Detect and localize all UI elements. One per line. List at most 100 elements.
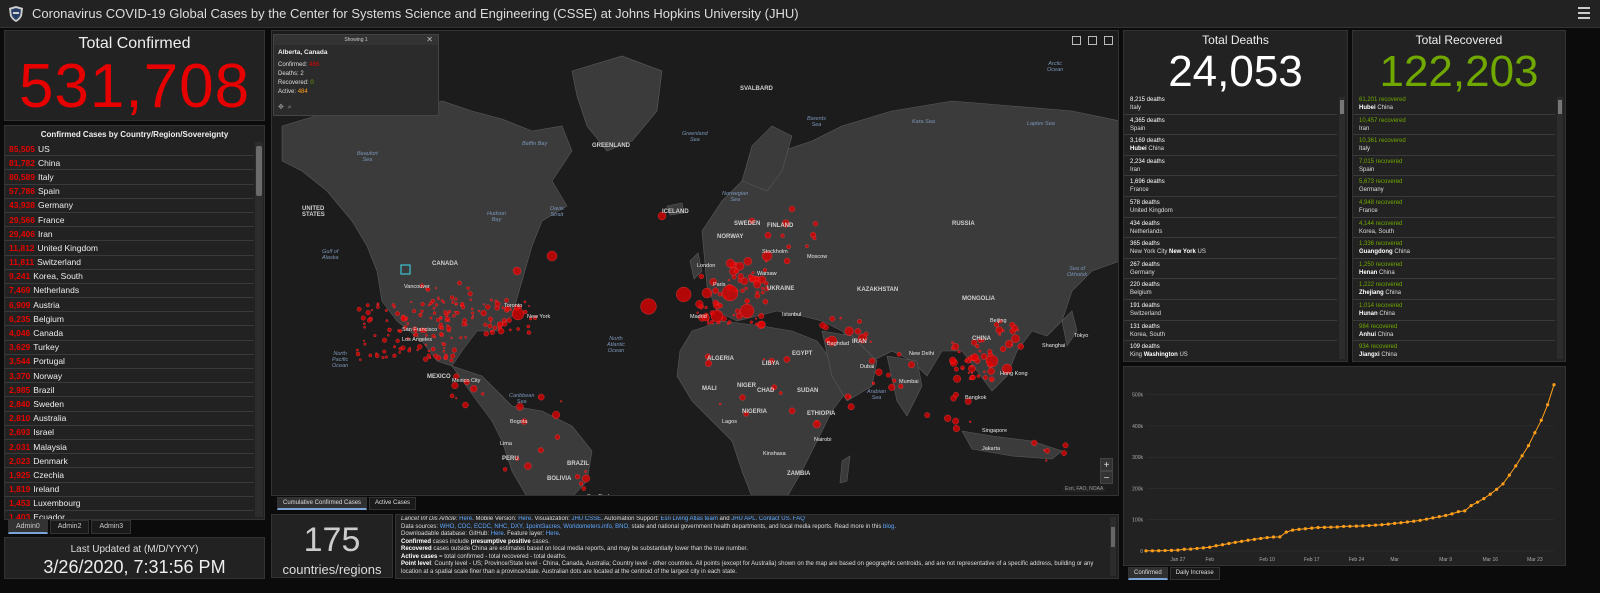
confirmed-data-point[interactable] xyxy=(1157,549,1161,553)
confirmed-data-point[interactable] xyxy=(1227,541,1231,546)
case-bubble[interactable] xyxy=(470,307,474,311)
country-row[interactable]: 1,925 Czechia xyxy=(5,468,254,483)
country-row[interactable]: 1,819 Ireland xyxy=(5,483,254,497)
case-bubble[interactable] xyxy=(704,305,708,310)
jhu-csse-link[interactable]: JHU CSSE xyxy=(571,516,601,522)
case-bubble[interactable] xyxy=(762,299,769,305)
case-bubble[interactable] xyxy=(490,330,493,333)
github-link[interactable]: Here xyxy=(491,531,504,537)
confirmed-data-point[interactable] xyxy=(1329,525,1333,529)
case-bubble[interactable] xyxy=(676,286,692,303)
case-bubble[interactable] xyxy=(952,425,960,432)
case-bubble[interactable] xyxy=(376,305,380,309)
country-row[interactable]: 3,629 Turkey xyxy=(5,341,254,355)
case-bubble[interactable] xyxy=(1061,450,1067,456)
case-bubble[interactable] xyxy=(844,326,854,336)
esri-link[interactable]: Esri Living Atlas team xyxy=(661,516,718,522)
confirmed-data-point[interactable] xyxy=(1291,528,1295,532)
case-bubble[interactable] xyxy=(951,341,954,344)
lancet-link[interactable]: Here xyxy=(459,516,472,522)
confirmed-data-point[interactable] xyxy=(1507,473,1511,477)
country-list-scrollbar[interactable] xyxy=(255,142,263,517)
case-bubble[interactable] xyxy=(998,333,1001,336)
case-bubble[interactable] xyxy=(970,353,979,362)
confirmed-data-point[interactable] xyxy=(1380,523,1384,527)
country-row[interactable]: 1,403 Ecuador xyxy=(5,511,254,519)
recovered-row[interactable]: 1,336 recovered Guangdong China xyxy=(1353,238,1555,259)
case-bubble[interactable] xyxy=(446,325,452,331)
confirmed-data-point[interactable] xyxy=(1201,546,1205,550)
confirmed-data-point[interactable] xyxy=(1220,543,1225,547)
case-bubble[interactable] xyxy=(976,374,981,378)
case-bubble[interactable] xyxy=(406,322,410,325)
case-bubble[interactable] xyxy=(546,250,558,262)
case-bubble[interactable] xyxy=(362,339,365,342)
case-bubble[interactable] xyxy=(706,321,710,325)
deaths-row[interactable]: 267 deaths Germany xyxy=(1124,259,1337,280)
case-bubble[interactable] xyxy=(582,474,591,483)
confirmed-data-point[interactable] xyxy=(1424,517,1429,521)
deaths-row[interactable]: 365 deaths New York City New York US xyxy=(1124,238,1337,259)
confirmed-data-point[interactable] xyxy=(1354,524,1358,528)
case-bubble[interactable] xyxy=(395,311,400,316)
case-bubble[interactable] xyxy=(444,356,447,360)
confirmed-data-point[interactable] xyxy=(1399,521,1403,525)
case-bubble[interactable] xyxy=(953,391,959,398)
case-bubble[interactable] xyxy=(1031,439,1038,446)
case-bubble[interactable] xyxy=(363,342,367,346)
case-bubble[interactable] xyxy=(961,367,964,370)
country-row[interactable]: 85,505 US xyxy=(5,142,254,157)
case-bubble[interactable] xyxy=(524,462,532,470)
confirmed-data-point[interactable] xyxy=(1495,487,1499,491)
confirmed-data-point[interactable] xyxy=(1361,524,1365,528)
case-bubble[interactable] xyxy=(783,257,791,265)
case-bubble[interactable] xyxy=(382,337,387,343)
recovered-row[interactable]: 4,948 recovered France xyxy=(1353,197,1555,218)
case-bubble[interactable] xyxy=(857,319,862,324)
case-bubble[interactable] xyxy=(788,407,796,415)
confirmed-data-point[interactable] xyxy=(1456,510,1460,514)
case-bubble[interactable] xyxy=(751,271,755,275)
case-bubble[interactable] xyxy=(477,309,481,313)
scrollbar-thumb[interactable] xyxy=(1340,100,1344,114)
case-bubble[interactable] xyxy=(455,397,458,400)
case-bubble[interactable] xyxy=(718,303,723,308)
case-bubble[interactable] xyxy=(854,328,862,335)
case-bubble[interactable] xyxy=(439,316,443,319)
confirmed-data-point[interactable] xyxy=(1418,518,1422,522)
case-bubble[interactable] xyxy=(381,356,385,359)
country-row[interactable]: 29,406 Iran xyxy=(5,227,254,242)
recovered-scrollbar[interactable] xyxy=(1557,97,1563,359)
case-bubble[interactable] xyxy=(370,309,373,312)
confirmed-data-point[interactable] xyxy=(1539,418,1543,422)
case-bubble[interactable] xyxy=(427,349,431,353)
case-bubble[interactable] xyxy=(454,297,458,301)
case-bubble[interactable] xyxy=(952,417,959,425)
case-bubble[interactable] xyxy=(382,349,387,354)
contact-link[interactable]: . Contact US xyxy=(756,516,790,522)
case-bubble[interactable] xyxy=(471,315,475,318)
recovered-row[interactable]: 984 recovered Anhui China xyxy=(1353,321,1555,342)
confirmed-data-point[interactable] xyxy=(1450,512,1454,516)
case-bubble[interactable] xyxy=(896,352,902,357)
case-bubble[interactable] xyxy=(455,310,460,315)
case-bubble[interactable] xyxy=(412,334,416,337)
confirmed-data-point[interactable] xyxy=(1444,513,1448,518)
country-row[interactable]: 4,046 Canada xyxy=(5,326,254,341)
case-bubble[interactable] xyxy=(426,353,431,358)
case-bubble[interactable] xyxy=(924,412,930,418)
case-bubble[interactable] xyxy=(749,320,753,324)
confirmed-data-point[interactable] xyxy=(1169,548,1174,552)
case-bubble[interactable] xyxy=(829,315,836,322)
confirmed-data-point[interactable] xyxy=(1252,537,1256,541)
confirmed-data-point[interactable] xyxy=(1412,519,1416,523)
case-bubble[interactable] xyxy=(1045,459,1048,462)
confirmed-data-point[interactable] xyxy=(1482,497,1486,501)
confirmed-data-point[interactable] xyxy=(1514,464,1518,468)
case-bubble[interactable] xyxy=(980,353,988,360)
case-bubble[interactable] xyxy=(581,486,587,491)
confirmed-data-point[interactable] xyxy=(1144,549,1148,553)
case-bubble[interactable] xyxy=(431,334,436,338)
case-bubble[interactable] xyxy=(725,258,735,268)
case-bubble[interactable] xyxy=(398,330,401,333)
